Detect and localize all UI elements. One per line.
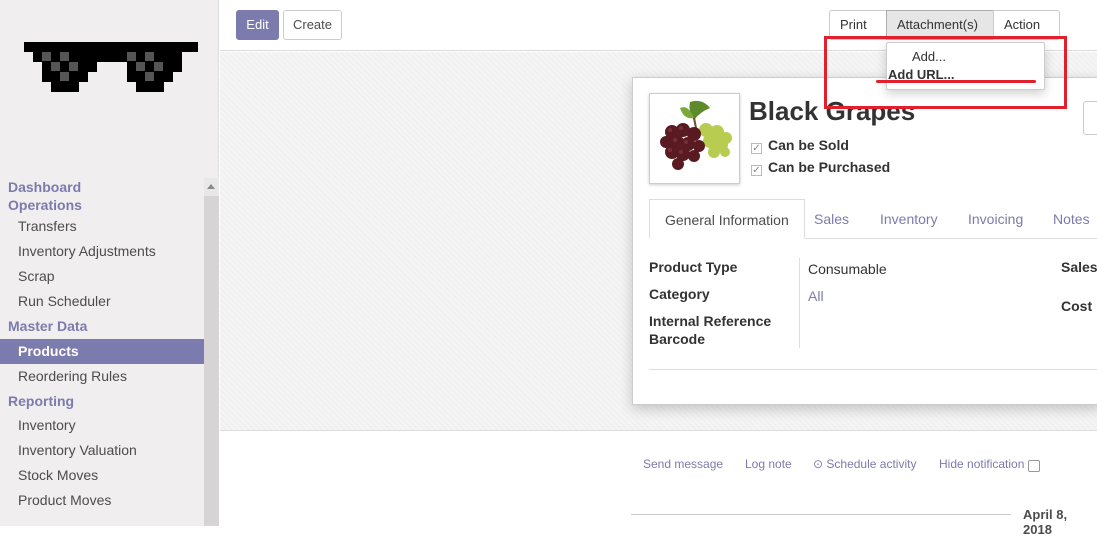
product-type-label: Product Type xyxy=(649,259,738,275)
sidebar-item-products[interactable]: Products xyxy=(0,339,204,364)
sidebar-item-inventory-valuation[interactable]: Inventory Valuation xyxy=(0,438,204,463)
date-separator xyxy=(631,514,1011,515)
smart-button[interactable] xyxy=(1083,101,1097,135)
attachments-dropdown-button[interactable]: Attachment(s) xyxy=(886,10,994,56)
product-name: Black Grapes xyxy=(749,96,916,126)
sidebar-item-product-moves[interactable]: Product Moves xyxy=(0,488,204,513)
field-group-divider xyxy=(799,258,800,348)
checkbox-checked-icon: ✓ xyxy=(751,143,762,154)
schedule-activity-label: Schedule activity xyxy=(826,457,917,471)
can-be-purchased-label: Can be Purchased xyxy=(768,159,891,175)
add-attachment-item[interactable]: Add... xyxy=(912,49,946,64)
sidebar-section-reporting: Reporting xyxy=(8,393,75,409)
print-label: Print xyxy=(840,17,867,32)
sidebar-item-stock-moves[interactable]: Stock Moves xyxy=(0,463,204,488)
sidebar-scrollbar[interactable] xyxy=(204,178,219,526)
can-be-sold-label: Can be Sold xyxy=(768,137,849,153)
checkbox-checked-icon: ✓ xyxy=(751,165,762,176)
hide-notification-label: Hide notification xyxy=(939,457,1025,471)
product-type-value: Consumable xyxy=(808,261,887,277)
edit-button[interactable]: Edit xyxy=(236,10,279,40)
sidebar-section-operations: Operations xyxy=(8,197,82,213)
tab-general-information[interactable]: General Information xyxy=(649,199,805,239)
clock-icon: ⊙ xyxy=(813,457,827,471)
add-url-item[interactable]: Add URL... xyxy=(888,67,954,82)
sidebar-item-inventory-adjustments[interactable]: Inventory Adjustments xyxy=(0,239,204,264)
sidebar-section-master-data: Master Data xyxy=(8,318,88,334)
sidebar: Dashboard Operations Transfers Inventory… xyxy=(0,0,219,526)
internal-reference-label: Internal Reference xyxy=(649,313,772,329)
create-button[interactable]: Create xyxy=(283,10,342,40)
action-label: Action xyxy=(1004,17,1041,32)
tab-sales[interactable]: Sales xyxy=(814,199,849,239)
send-message-link[interactable]: Send message xyxy=(643,457,723,471)
scroll-up-button[interactable] xyxy=(204,178,219,196)
tab-invoicing[interactable]: Invoicing xyxy=(968,199,1023,239)
cost-label: Cost xyxy=(1061,298,1093,314)
sidebar-menu: Dashboard Operations Transfers Inventory… xyxy=(0,178,204,513)
barcode-label: Barcode xyxy=(649,331,706,347)
form-tabs: General Information Sales Inventory Invo… xyxy=(649,199,1097,239)
hide-notification-checkbox[interactable] xyxy=(1028,460,1040,472)
company-logo xyxy=(24,42,198,109)
category-link[interactable]: All xyxy=(808,288,824,304)
scroll-up-icon xyxy=(207,184,215,189)
print-dropdown-button[interactable]: Print xyxy=(829,10,887,56)
product-image[interactable] xyxy=(649,93,740,184)
sidebar-item-scrap[interactable]: Scrap xyxy=(0,264,204,289)
sidebar-section-dashboard[interactable]: Dashboard xyxy=(0,178,204,196)
can-be-sold-checkbox[interactable]: ✓ Can be Sold xyxy=(751,137,849,154)
sidebar-item-reordering-rules[interactable]: Reordering Rules xyxy=(0,364,204,389)
sheet-divider xyxy=(649,369,1097,370)
schedule-activity-link[interactable]: ⊙ Schedule activity xyxy=(813,457,916,471)
sidebar-item-transfers[interactable]: Transfers xyxy=(0,214,204,239)
tab-inventory[interactable]: Inventory xyxy=(880,199,938,239)
action-dropdown-button[interactable]: Action xyxy=(993,10,1060,56)
chatter: Send message Log note ⊙ Schedule activit… xyxy=(220,430,1097,537)
attachments-label: Attachment(s) xyxy=(897,17,978,32)
log-note-link[interactable]: Log note xyxy=(745,457,792,471)
message-date: April 8, 2018 xyxy=(1023,507,1068,537)
product-form-sheet: Black Grapes ✓ Can be Sold ✓ Can be Purcha… xyxy=(632,77,1097,405)
grapes-icon xyxy=(660,100,732,170)
category-label: Category xyxy=(649,286,710,302)
sales-price-label: Sales xyxy=(1061,259,1097,275)
tab-notes[interactable]: Notes xyxy=(1053,199,1090,239)
sidebar-item-inventory[interactable]: Inventory xyxy=(0,413,204,438)
sidebar-item-run-scheduler[interactable]: Run Scheduler xyxy=(0,289,204,314)
attachments-dropdown-menu: Add... Add URL... xyxy=(886,42,1045,90)
can-be-purchased-checkbox[interactable]: ✓ Can be Purchased xyxy=(751,159,891,176)
